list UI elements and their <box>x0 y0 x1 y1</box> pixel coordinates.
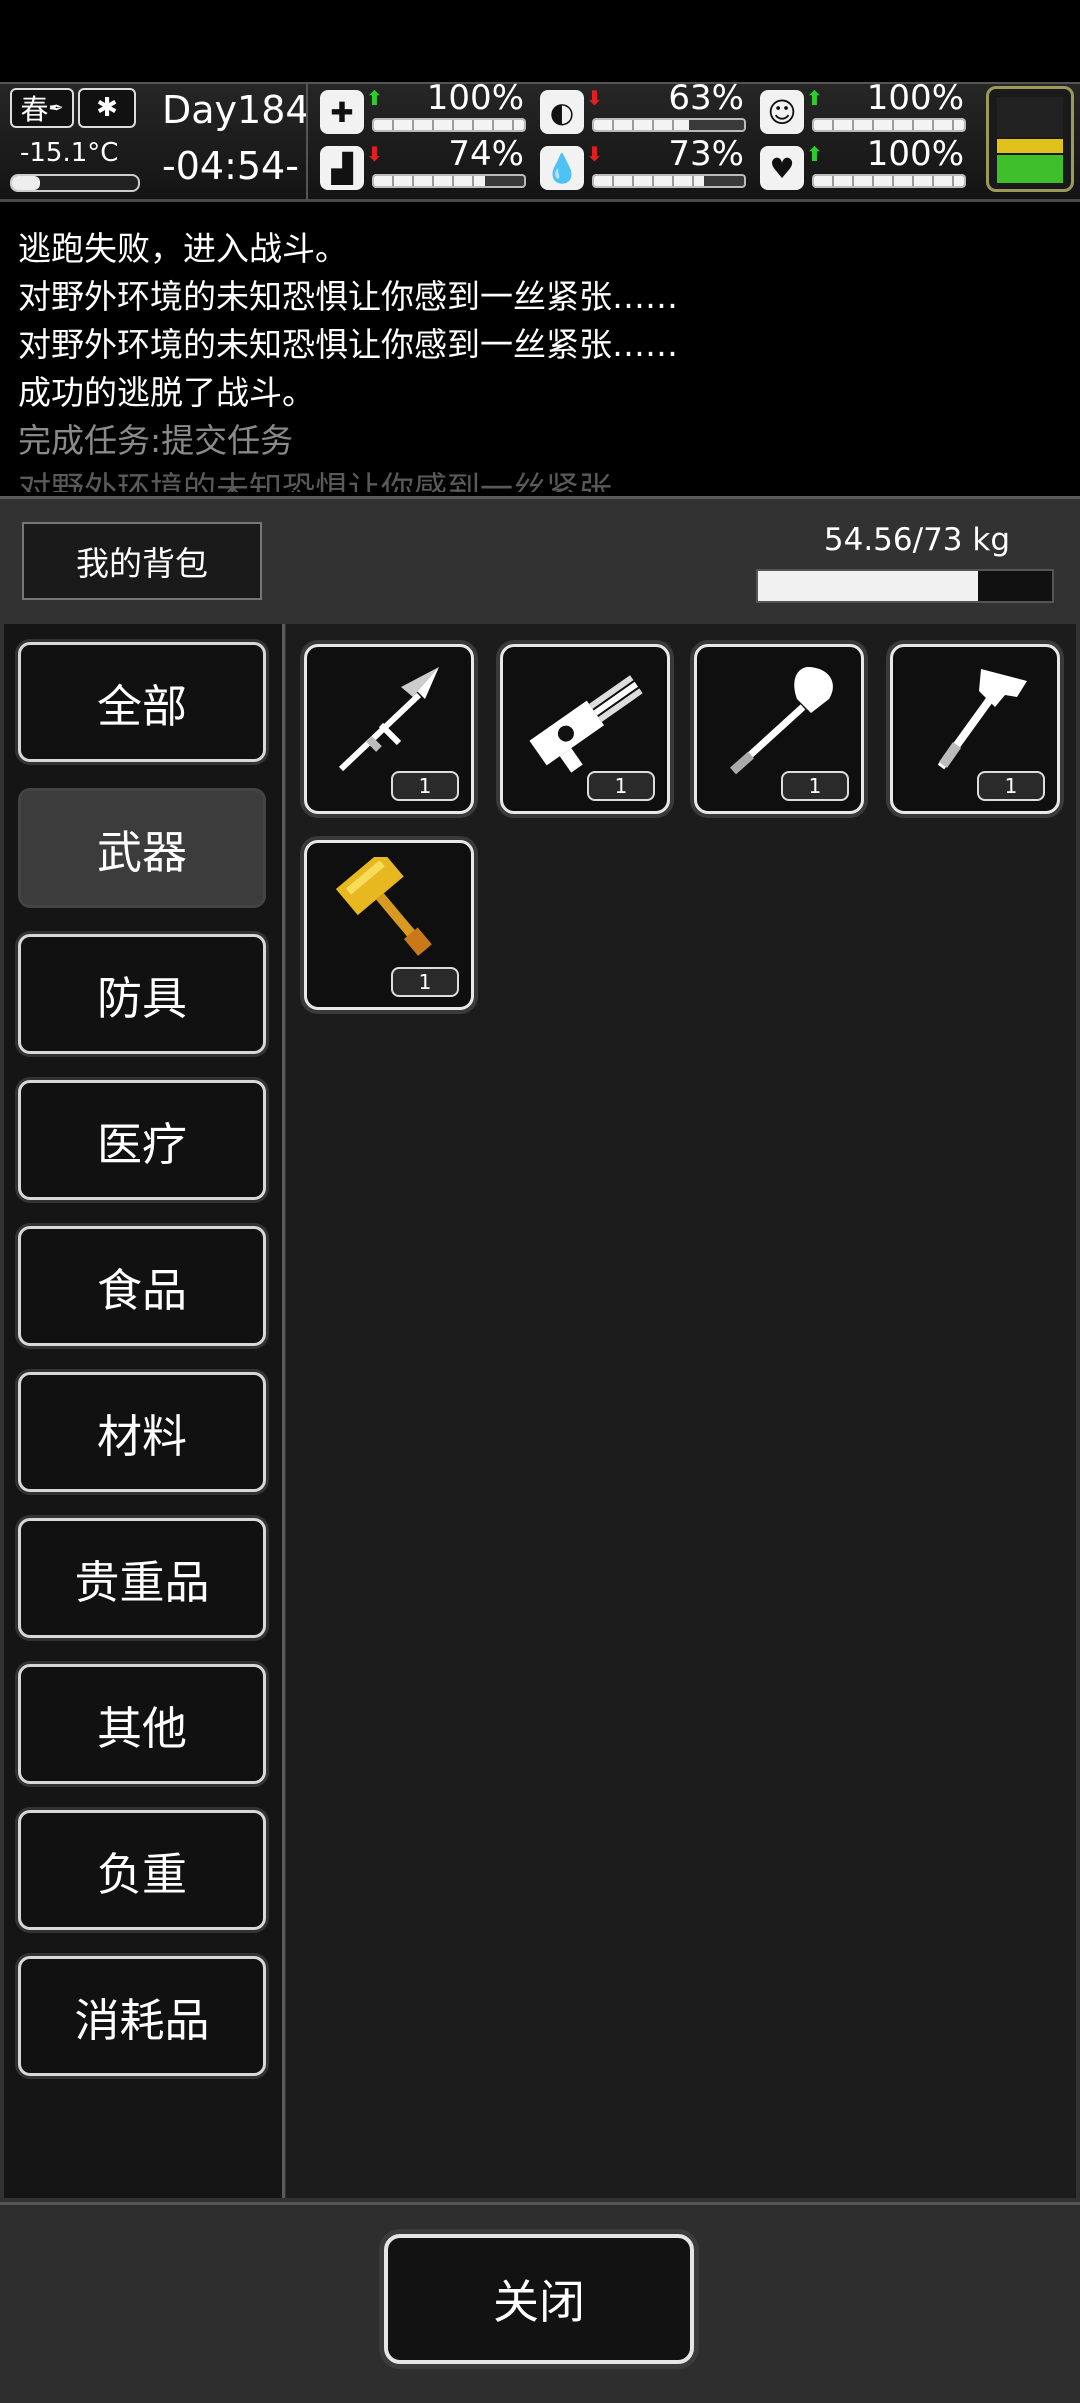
spear-icon <box>338 667 439 772</box>
stat-bar <box>592 174 746 188</box>
stat-value: 73% <box>668 134 744 174</box>
weight-label: 54.56/73 kg <box>823 522 1010 558</box>
system-status-bar <box>0 0 1080 82</box>
item-quantity: 1 <box>391 967 459 997</box>
item-grid: 1 1 1 1 1 <box>286 624 1076 2198</box>
feather-icon: ✒ <box>48 97 64 119</box>
category-all[interactable]: 全部 <box>18 642 266 762</box>
category-consumables[interactable]: 消耗品 <box>18 1956 266 2076</box>
item-slot[interactable]: 1 <box>304 644 474 814</box>
item-slot[interactable]: 1 <box>304 840 474 1010</box>
category-food[interactable]: 食品 <box>18 1226 266 1346</box>
category-medical[interactable]: 医疗 <box>18 1080 266 1200</box>
stat-bar-fill <box>594 176 704 186</box>
category-valuables[interactable]: 贵重品 <box>18 1518 266 1638</box>
stat-bar-fill <box>374 120 524 130</box>
category-load[interactable]: 负重 <box>18 1810 266 1930</box>
water-drop-icon: 💧 <box>540 146 584 190</box>
boot-icon: ▟ <box>320 146 364 190</box>
close-button[interactable]: 关闭 <box>384 2234 694 2364</box>
snowflake-icon: ✱ <box>78 88 136 128</box>
item-slot[interactable]: 1 <box>694 644 864 814</box>
stat-bar-fill <box>814 176 964 186</box>
weight-bar-fill <box>758 571 978 601</box>
day-counter: Day184 <box>162 88 310 132</box>
item-quantity: 1 <box>781 771 849 801</box>
category-sidebar: 全部 武器 防具 医疗 食品 材料 贵重品 其他 负重 消耗品 <box>4 624 285 2198</box>
log-line: 对野外环境的未知恐惧让你感到一丝紧张…… <box>18 469 678 492</box>
category-armor[interactable]: 防具 <box>18 934 266 1054</box>
stat-bar-fill <box>814 120 964 130</box>
hud-divider <box>306 84 308 200</box>
category-materials[interactable]: 材料 <box>18 1372 266 1492</box>
item-quantity: 1 <box>977 771 1045 801</box>
event-log: 逃跑失败，进入战斗。 对野外环境的未知恐惧让你感到一丝紧张…… 对野外环境的未知… <box>0 202 1080 492</box>
stat-value: 100% <box>866 78 964 118</box>
log-line: 对野外环境的未知恐惧让你感到一丝紧张…… <box>18 325 678 364</box>
heart-icon: ♥ <box>760 146 804 190</box>
backpack-title: 我的背包 <box>22 522 262 600</box>
stat-bar-fill <box>594 120 689 130</box>
category-other[interactable]: 其他 <box>18 1664 266 1784</box>
item-quantity: 1 <box>587 771 655 801</box>
medkit-icon: ✚ <box>320 90 364 134</box>
golden-hammer-icon <box>335 857 432 956</box>
stat-value: 100% <box>866 134 964 174</box>
weight-bar <box>756 569 1054 603</box>
temperature-label: -15.1°C <box>20 138 119 168</box>
game-clock: -04:54- <box>162 144 299 188</box>
stat-bar-fill <box>374 176 485 186</box>
stat-bar <box>372 174 526 188</box>
log-line: 完成任务:提交任务 <box>18 421 294 460</box>
stat-value: 74% <box>448 134 524 174</box>
stat-bar <box>812 174 966 188</box>
item-quantity: 1 <box>391 771 459 801</box>
minigun-icon <box>529 675 643 773</box>
log-line: 成功的逃脱了战斗。 <box>18 373 315 412</box>
log-line: 对野外环境的未知恐惧让你感到一丝紧张…… <box>18 277 678 316</box>
mood-icon: ☺ <box>760 90 804 134</box>
category-weapons[interactable]: 武器 <box>18 788 266 908</box>
shovel-icon <box>730 667 833 775</box>
stat-bar <box>812 118 966 132</box>
stat-value: 63% <box>668 78 744 118</box>
item-slot[interactable]: 1 <box>500 644 670 814</box>
item-slot[interactable]: 1 <box>890 644 1060 814</box>
axe-icon <box>937 669 1027 770</box>
stomach-icon: ◐ <box>540 90 584 134</box>
stat-bar <box>592 118 746 132</box>
thermometer-icon <box>10 174 140 192</box>
stat-value: 100% <box>426 78 524 118</box>
battery-icon <box>986 86 1074 192</box>
stat-bar <box>372 118 526 132</box>
log-line: 逃跑失败，进入战斗。 <box>18 229 348 268</box>
season-indicator: 春 ✒ <box>10 88 74 128</box>
